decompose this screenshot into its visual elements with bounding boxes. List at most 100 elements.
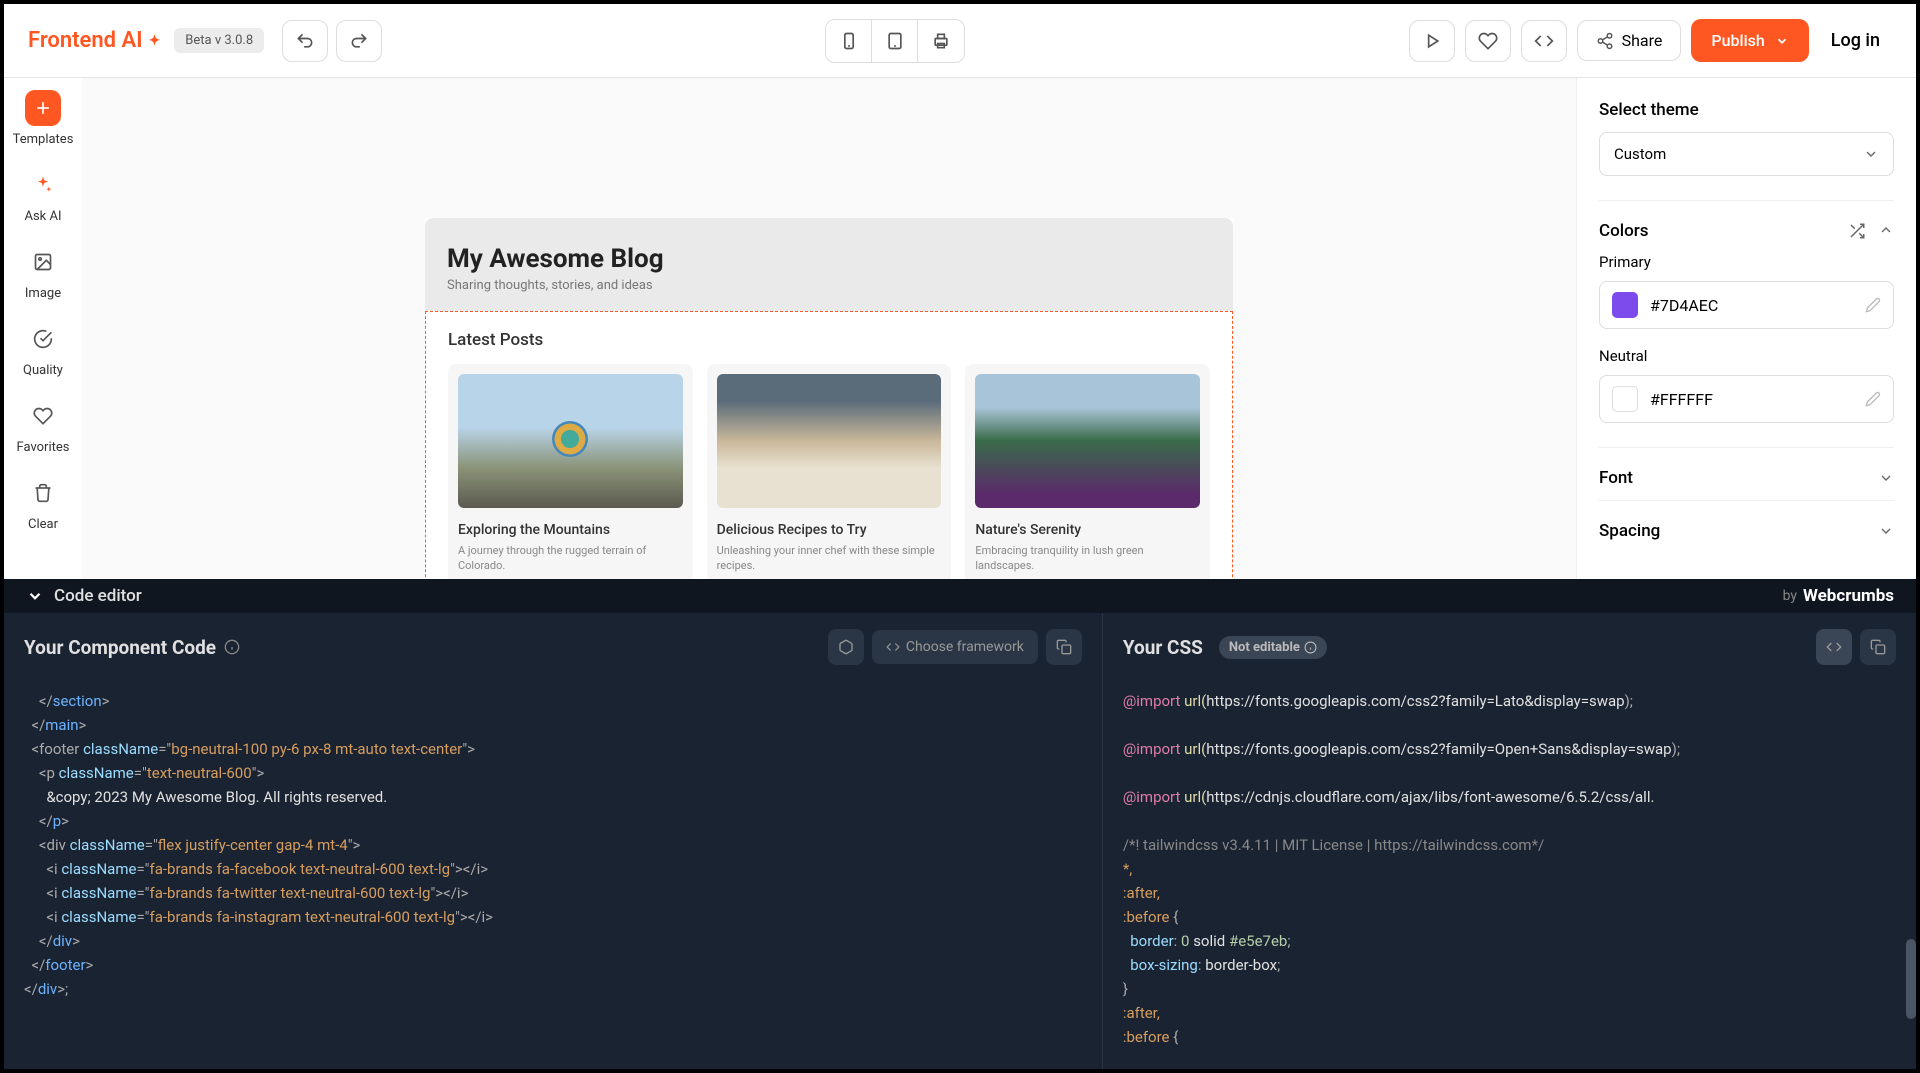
chevron-down-icon (1878, 523, 1894, 539)
sidebar-item-favorites[interactable]: Favorites (17, 398, 70, 455)
chevron-down-icon (26, 587, 44, 605)
post-card[interactable]: Nature's Serenity Embracing tranquility … (965, 364, 1210, 579)
beta-badge: Beta v 3.0.8 (174, 28, 264, 53)
login-button[interactable]: Log in (1819, 22, 1892, 59)
spacing-label: Spacing (1599, 521, 1660, 541)
info-icon[interactable] (224, 639, 240, 655)
canvas[interactable]: My Awesome Blog Sharing thoughts, storie… (82, 78, 1576, 579)
copy-icon (1056, 639, 1072, 655)
sidebar-item-quality[interactable]: Quality (23, 321, 63, 378)
tablet-view-button[interactable] (872, 20, 918, 62)
favorite-button[interactable] (1465, 20, 1511, 62)
neutral-label: Neutral (1599, 347, 1894, 365)
choose-framework-button[interactable]: Choose framework (872, 630, 1038, 664)
chevron-down-icon (1878, 470, 1894, 486)
chevron-down-icon (1863, 146, 1879, 162)
post-image (975, 374, 1200, 508)
right-panel: Select theme Custom Colors Primary (1576, 78, 1916, 579)
code-icon (886, 640, 900, 654)
mobile-view-button[interactable] (826, 20, 872, 62)
share-icon (1596, 32, 1614, 50)
code-editor-header: Code editor by Webcrumbs (4, 579, 1916, 613)
theme-value: Custom (1614, 145, 1666, 163)
copy-button[interactable] (1046, 629, 1082, 665)
sparkle-icon (33, 175, 53, 195)
credits: by Webcrumbs (1783, 586, 1894, 606)
css-title: Your CSS Not editable (1123, 636, 1327, 659)
sidebar-item-clear[interactable]: Clear (25, 475, 61, 532)
spacing-section[interactable]: Spacing (1599, 500, 1894, 541)
box-icon (838, 639, 854, 655)
blog-title: My Awesome Blog (447, 244, 1211, 274)
colors-label[interactable]: Colors (1599, 221, 1894, 241)
primary-label: Primary (1599, 253, 1894, 271)
code-editor: Code editor by Webcrumbs Your Component … (4, 579, 1916, 1069)
post-card[interactable]: Delicious Recipes to Try Unleashing your… (707, 364, 952, 579)
printer-icon (931, 31, 951, 51)
theme-section: Select theme Custom (1599, 100, 1894, 176)
desktop-view-button[interactable] (918, 20, 964, 62)
component-code-area[interactable]: </section> </main> <footer className="bg… (4, 681, 1102, 1069)
play-icon (1422, 31, 1442, 51)
tablet-icon (885, 31, 905, 51)
blog-body[interactable]: Latest Posts Exploring the Mountains A j… (425, 311, 1233, 579)
preview-frame: My Awesome Blog Sharing thoughts, storie… (425, 218, 1233, 579)
heart-icon (33, 406, 53, 426)
code-button[interactable] (1521, 20, 1567, 62)
edit-icon[interactable] (1865, 297, 1881, 313)
publish-label: Publish (1711, 31, 1764, 50)
mobile-icon (839, 31, 859, 51)
undo-icon (295, 31, 315, 51)
sidebar-item-image[interactable]: Image (25, 244, 61, 301)
colors-section: Colors Primary #7D4AEC Neutral #FFFFFF (1599, 200, 1894, 423)
sidebar-item-templates[interactable]: Templates (13, 90, 74, 147)
share-button[interactable]: Share (1577, 20, 1682, 61)
redo-button[interactable] (336, 20, 382, 62)
chevron-down-icon (1775, 34, 1789, 48)
heart-icon (1478, 31, 1498, 51)
neutral-color-picker[interactable]: #FFFFFF (1599, 375, 1894, 423)
publish-button[interactable]: Publish (1691, 19, 1808, 62)
color-value: #7D4AEC (1650, 296, 1718, 315)
sidebar-item-ask-ai[interactable]: Ask AI (24, 167, 61, 224)
primary-color-picker[interactable]: #7D4AEC (1599, 281, 1894, 329)
code-icon (1826, 639, 1842, 655)
image-icon (33, 252, 53, 272)
code-editor-toggle[interactable]: Code editor (26, 586, 142, 606)
sidebar-label: Templates (13, 132, 74, 147)
logo[interactable]: Frontend AI ✦ (28, 28, 160, 53)
shuffle-icon[interactable] (1848, 222, 1866, 240)
post-card[interactable]: Exploring the Mountains A journey throug… (448, 364, 693, 579)
sidebar-label: Ask AI (24, 209, 61, 224)
scrollbar-thumb[interactable] (1906, 939, 1916, 1019)
font-section[interactable]: Font (1599, 447, 1894, 488)
settings-button[interactable] (1816, 629, 1852, 665)
color-chip (1612, 292, 1638, 318)
posts-row: Exploring the Mountains A journey throug… (448, 364, 1210, 579)
redo-icon (349, 31, 369, 51)
chevron-up-icon[interactable] (1878, 222, 1894, 238)
post-image (458, 374, 683, 508)
package-button[interactable] (828, 629, 864, 665)
copy-css-button[interactable] (1860, 629, 1896, 665)
blog-header: My Awesome Blog Sharing thoughts, storie… (425, 218, 1233, 311)
blog-subtitle: Sharing thoughts, stories, and ideas (447, 278, 1211, 293)
theme-select[interactable]: Custom (1599, 132, 1894, 176)
edit-icon[interactable] (1865, 391, 1881, 407)
code-icon (1534, 31, 1554, 51)
not-editable-badge: Not editable (1219, 636, 1327, 659)
sidebar-label: Clear (28, 517, 58, 532)
post-image (717, 374, 942, 508)
css-code-area[interactable]: @import url(https://fonts.googleapis.com… (1103, 681, 1916, 1069)
app-header: Frontend AI ✦ Beta v 3.0.8 Share Publish (4, 4, 1916, 78)
copy-icon (1870, 639, 1886, 655)
font-label: Font (1599, 468, 1633, 488)
post-title: Delicious Recipes to Try (717, 522, 942, 538)
logo-text: Frontend AI (28, 28, 143, 53)
undo-button[interactable] (282, 20, 328, 62)
undo-redo-group (282, 20, 382, 62)
play-button[interactable] (1409, 20, 1455, 62)
sidebar-label: Quality (23, 363, 63, 378)
sparkle-icon: ✦ (149, 33, 161, 49)
header-actions: Share Publish Log in (1409, 19, 1892, 62)
